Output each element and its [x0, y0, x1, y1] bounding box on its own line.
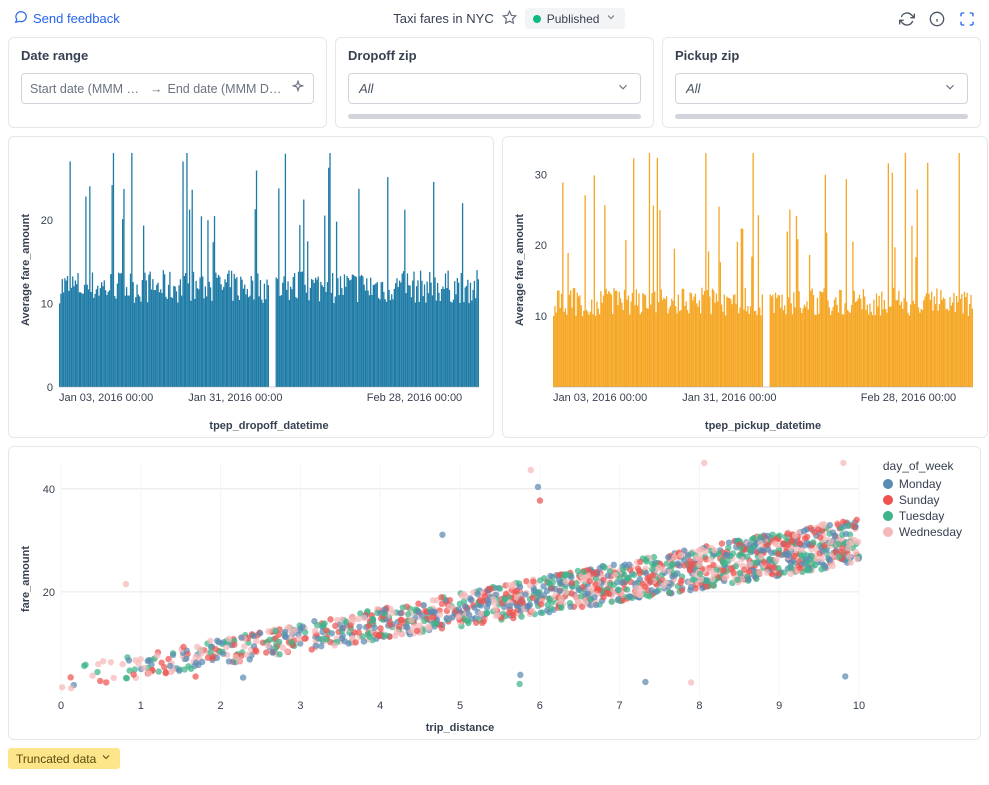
truncated-label: Truncated data: [16, 752, 96, 766]
legend-item[interactable]: Tuesday: [883, 509, 962, 523]
svg-text:5: 5: [457, 700, 463, 712]
filter-title: Pickup zip: [675, 48, 968, 63]
feedback-label: Send feedback: [33, 11, 120, 26]
svg-text:30: 30: [535, 169, 547, 181]
date-range-input[interactable]: Start date (MMM DD,… → End date (MMM DD,…: [21, 73, 314, 104]
svg-text:20: 20: [43, 587, 55, 599]
chevron-down-icon: [943, 80, 957, 97]
fullscreen-button[interactable]: [959, 11, 975, 27]
select-value: All: [359, 81, 373, 96]
svg-text:tpep_dropoff_datetime: tpep_dropoff_datetime: [209, 420, 328, 432]
filter-dropoff-zip: Dropoff zip All: [335, 37, 654, 128]
svg-text:9: 9: [776, 700, 782, 712]
svg-text:Average fare_amount: Average fare_amount: [514, 214, 526, 326]
feedback-link[interactable]: Send feedback: [14, 10, 120, 27]
svg-text:Jan 03, 2016 00:00: Jan 03, 2016 00:00: [59, 392, 153, 404]
legend-item[interactable]: Wednesday: [883, 525, 962, 539]
comment-icon: [14, 10, 28, 27]
svg-text:10: 10: [41, 298, 53, 310]
legend-label: Tuesday: [899, 509, 945, 523]
filters-row: Date range Start date (MMM DD,… → End da…: [0, 37, 989, 136]
svg-text:8: 8: [696, 700, 702, 712]
svg-text:2: 2: [218, 700, 224, 712]
legend-label: Sunday: [899, 493, 940, 507]
svg-text:trip_distance: trip_distance: [426, 722, 494, 734]
chart-pickup: 10 20 30 Jan 03, 2016 00:00 Jan 31, 2016 00:…: [502, 136, 988, 438]
svg-text:tpep_pickup_datetime: tpep_pickup_datetime: [705, 420, 821, 432]
filter-pickup-zip: Pickup zip All: [662, 37, 981, 128]
title-group: Taxi fares in NYC Published: [393, 8, 625, 29]
chevron-down-icon: [616, 80, 630, 97]
page-title: Taxi fares in NYC: [393, 11, 493, 26]
filter-title: Date range: [21, 48, 314, 63]
legend-title: day_of_week: [883, 459, 962, 473]
info-button[interactable]: [929, 11, 945, 27]
legend-swatch-icon: [883, 511, 893, 521]
legend-item[interactable]: Monday: [883, 477, 962, 491]
filter-title: Dropoff zip: [348, 48, 641, 63]
filter-date-range: Date range Start date (MMM DD,… → End da…: [8, 37, 327, 128]
svg-text:Jan 31, 2016 00:00: Jan 31, 2016 00:00: [188, 392, 282, 404]
legend-swatch-icon: [883, 479, 893, 489]
svg-text:7: 7: [617, 700, 623, 712]
svg-text:6: 6: [537, 700, 543, 712]
chart-dropoff: 0 10 20 Jan 03, 2016 00:00 Jan 31, 2016 00:0…: [8, 136, 494, 438]
legend-label: Monday: [899, 477, 942, 491]
svg-text:Jan 31, 2016 00:00: Jan 31, 2016 00:00: [682, 392, 776, 404]
svg-text:40: 40: [43, 484, 55, 496]
chart-scatter: day_of_week Monday Sunday Tuesday Wednesday…: [8, 446, 981, 740]
svg-text:Feb 28, 2016 00:00: Feb 28, 2016 00:00: [367, 392, 462, 404]
svg-text:10: 10: [535, 311, 547, 323]
end-date-placeholder: End date (MMM DD, …: [168, 82, 283, 96]
svg-text:fare_amount: fare_amount: [20, 546, 32, 612]
legend: day_of_week Monday Sunday Tuesday Wednesday: [883, 459, 962, 541]
svg-text:Average fare_amount: Average fare_amount: [20, 214, 32, 326]
top-bar: Send feedback Taxi fares in NYC Publishe…: [0, 0, 989, 37]
svg-text:1: 1: [138, 700, 144, 712]
status-dot-icon: [533, 15, 541, 23]
refresh-button[interactable]: [899, 11, 915, 27]
svg-text:10: 10: [853, 700, 865, 712]
pickup-select[interactable]: All: [675, 73, 968, 104]
svg-text:20: 20: [41, 215, 53, 227]
chevron-down-icon: [605, 11, 617, 26]
scatter-plot: 20 40 0 1 2 3 4 5 6 7 8 9 10 trip_distance fare_amount: [17, 455, 969, 735]
select-value: All: [686, 81, 700, 96]
star-icon[interactable]: [502, 10, 517, 28]
bar-charts-row: 0 10 20 Jan 03, 2016 00:00 Jan 31, 2016 00:0…: [0, 136, 989, 446]
status-label: Published: [547, 12, 600, 26]
filter-bar-indicator: [348, 114, 641, 119]
arrow-right-icon: →: [150, 82, 163, 96]
chevron-down-icon: [100, 751, 112, 766]
legend-item[interactable]: Sunday: [883, 493, 962, 507]
svg-text:Feb 28, 2016 00:00: Feb 28, 2016 00:00: [861, 392, 956, 404]
svg-text:Jan 03, 2016 00:00: Jan 03, 2016 00:00: [553, 392, 647, 404]
filter-bar-indicator: [675, 114, 968, 119]
dropoff-select[interactable]: All: [348, 73, 641, 104]
start-date-placeholder: Start date (MMM DD,…: [30, 82, 145, 96]
toolbar-icons: [899, 11, 975, 27]
bar-chart-dropoff: 0 10 20 Jan 03, 2016 00:00 Jan 31, 2016 00:0…: [17, 145, 485, 433]
svg-text:0: 0: [47, 382, 53, 394]
svg-text:20: 20: [535, 240, 547, 252]
svg-text:4: 4: [377, 700, 383, 712]
publish-status[interactable]: Published: [525, 8, 626, 29]
truncated-data-badge[interactable]: Truncated data: [8, 748, 120, 769]
legend-swatch-icon: [883, 527, 893, 537]
legend-label: Wednesday: [899, 525, 962, 539]
sparkle-icon[interactable]: [291, 80, 305, 97]
svg-text:0: 0: [58, 700, 64, 712]
scatter-row: day_of_week Monday Sunday Tuesday Wednesday…: [0, 446, 989, 740]
bar-chart-pickup: 10 20 30 Jan 03, 2016 00:00 Jan 31, 2016 00:…: [511, 145, 979, 433]
legend-swatch-icon: [883, 495, 893, 505]
svg-text:3: 3: [297, 700, 303, 712]
